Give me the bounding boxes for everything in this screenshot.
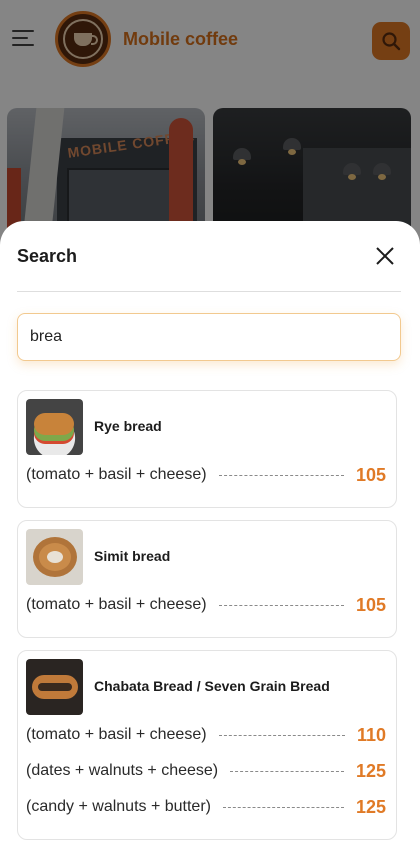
dotted-leader	[218, 604, 344, 606]
search-sheet: Search Rye bread (tomato + basil + chees…	[0, 221, 420, 861]
option-price: 125	[355, 760, 386, 781]
divider	[17, 291, 401, 292]
bagel-image	[26, 529, 83, 585]
result-title: Rye bread	[94, 418, 162, 434]
price-row[interactable]: (tomato + basil + cheese) 105	[26, 464, 386, 486]
option-desc: (candy + walnuts + butter)	[26, 798, 211, 815]
dotted-leader	[218, 734, 345, 736]
option-price: 105	[355, 594, 386, 615]
option-desc: (tomato + basil + cheese)	[26, 596, 207, 613]
price-row[interactable]: (candy + walnuts + butter) 125	[26, 796, 386, 818]
dotted-leader	[218, 474, 344, 476]
option-desc: (dates + walnuts + cheese)	[26, 762, 219, 779]
result-card-rye-bread[interactable]: Rye bread (tomato + basil + cheese) 105	[17, 390, 397, 508]
option-desc: (tomato + basil + cheese)	[26, 726, 207, 743]
option-price: 105	[355, 464, 386, 485]
result-title: Chabata Bread / Seven Grain Bread	[94, 678, 330, 694]
result-card-simit-bread[interactable]: Simit bread (tomato + basil + cheese) 10…	[17, 520, 397, 638]
ciabatta-image	[26, 659, 83, 715]
price-row[interactable]: (tomato + basil + cheese) 105	[26, 594, 386, 616]
sheet-title: Search	[17, 246, 78, 266]
result-card-chabata-bread[interactable]: Chabata Bread / Seven Grain Bread (tomat…	[17, 650, 397, 840]
result-title: Simit bread	[94, 548, 171, 564]
price-row[interactable]: (dates + walnuts + cheese) 125	[26, 760, 386, 782]
close-button[interactable]	[372, 243, 398, 269]
dotted-leader	[222, 806, 344, 808]
option-price: 110	[356, 724, 386, 745]
option-desc: (tomato + basil + cheese)	[26, 466, 207, 483]
option-price: 125	[355, 796, 386, 817]
sandwich-image	[26, 399, 83, 455]
search-field[interactable]	[17, 313, 401, 361]
dotted-leader	[230, 770, 344, 772]
price-row[interactable]: (tomato + basil + cheese) 110	[26, 724, 386, 746]
close-icon	[376, 247, 394, 265]
search-input[interactable]	[18, 314, 400, 360]
